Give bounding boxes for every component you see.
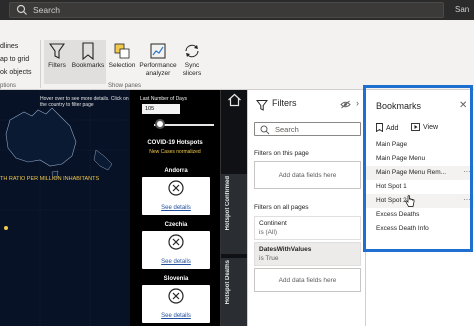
selection-pane-button[interactable]: Selection (106, 40, 138, 84)
close-circle-icon (168, 234, 184, 250)
filter-card-dateswithvalues[interactable]: DatesWithValues is True (254, 242, 361, 266)
country-chart-card[interactable]: See details (142, 177, 210, 215)
covid-hotspots-title: COVID-19 Hotspots (147, 140, 203, 146)
hotspot-panel: Last Number of Days COVID-19 Hotspots Ne… (130, 90, 220, 326)
bookmarks-pane-button[interactable]: Bookmarks (70, 40, 106, 84)
hand-cursor-icon (405, 195, 415, 207)
filters-pane-title: Filters (272, 98, 297, 108)
filters-search-placeholder: Search (275, 125, 299, 134)
tab-label: Hotspot Deaths (225, 260, 231, 305)
report-canvas: Hover over to see more details. Click on… (0, 90, 220, 326)
filters-pane-button[interactable]: Filters (44, 40, 70, 84)
selection-icon (114, 43, 130, 59)
filters-this-page-label: Filters on this page (254, 150, 309, 157)
performance-label-line1: Performance (139, 62, 177, 69)
filters-button-label: Filters (48, 62, 66, 69)
user-name[interactable]: San (455, 5, 469, 14)
tab-label: Hotspot Confirmed (225, 176, 231, 231)
search-icon (16, 4, 27, 15)
tab-hotspot-confirmed[interactable]: Hotspot Confirmed (221, 174, 248, 254)
collapse-filters-icon[interactable]: › (356, 98, 359, 108)
add-fields-dropzone-this-page[interactable]: Add data fields here (254, 161, 361, 189)
search-placeholder: Search (33, 5, 60, 15)
title-bar: Search San (0, 0, 474, 20)
map-graphic (0, 90, 130, 326)
sync-slicers-button[interactable]: Sync slicers (178, 40, 206, 84)
country-card-czechia: Czechia See details (138, 222, 214, 269)
see-details-link[interactable]: See details (142, 205, 210, 211)
bookmarks-button-label: Bookmarks (71, 62, 105, 69)
covid-hotspots-subtitle: New Cases normalized (149, 149, 201, 155)
map-marker[interactable] (4, 226, 8, 230)
hover-hint-text: Hover over to see more details. Click on… (40, 96, 129, 108)
sync-icon (185, 44, 199, 58)
filters-all-pages-label: Filters on all pages (254, 204, 309, 211)
bookmarks-highlight-frame (363, 85, 473, 252)
country-name: Czechia (164, 222, 188, 228)
ribbon: dlines ap to grid ok objects ptions Filt… (0, 20, 474, 90)
filter-card-value: is (All) (259, 229, 278, 236)
see-details-link[interactable]: See details (142, 259, 210, 265)
days-slider-thumb[interactable] (155, 119, 165, 129)
gridlines-checkbox[interactable]: dlines (0, 43, 18, 50)
eye-hidden-icon[interactable] (340, 100, 351, 109)
close-circle-icon (168, 288, 184, 304)
sync-label-line1: Sync (184, 62, 200, 69)
funnel-icon (49, 43, 65, 59)
country-chart-card[interactable]: See details (142, 231, 210, 269)
filter-card-value: is True (259, 255, 279, 262)
close-circle-icon (168, 180, 184, 196)
world-map[interactable]: Hover over to see more details. Click on… (0, 90, 130, 326)
filter-card-name: DatesWithValues (259, 246, 312, 253)
filter-card-continent[interactable]: Continent is (All) (254, 216, 361, 240)
australia-outline (5, 107, 77, 167)
add-fields-text: Add data fields here (278, 277, 337, 284)
performance-label-line2: analyzer (145, 70, 171, 77)
country-name: Andorra (164, 168, 188, 174)
country-card-andorra: Andorra See details (138, 168, 214, 215)
selection-button-label: Selection (108, 62, 136, 69)
funnel-icon (256, 100, 268, 111)
ribbon-divider (40, 40, 41, 88)
report-nav-strip: Hotspot Confirmed Hotspot Deaths (220, 90, 248, 326)
add-fields-text: Add data fields here (278, 172, 337, 179)
country-card-slovenia: Slovenia See details (138, 276, 214, 323)
snap-to-grid-checkbox[interactable]: ap to grid (0, 56, 29, 63)
sync-label-line2: slicers (182, 70, 202, 77)
country-name: Slovenia (163, 276, 189, 282)
days-slicer-title: Last Number of Days (140, 96, 187, 102)
search-input[interactable]: Search (9, 2, 444, 18)
filter-card-name: Continent (259, 220, 287, 227)
bookmark-icon (82, 42, 94, 60)
performance-icon (150, 43, 166, 59)
home-icon[interactable] (227, 93, 242, 107)
filters-search-input[interactable]: Search (254, 122, 361, 136)
see-details-link[interactable]: See details (142, 313, 210, 319)
country-chart-card[interactable]: See details (142, 285, 210, 323)
ratio-caption: TH RATIO PER MILLION INHABITANTS (0, 176, 100, 182)
filters-pane: Filters › Search Filters on this page Ad… (247, 90, 365, 326)
search-icon (260, 125, 270, 135)
options-group-label: ptions (0, 83, 17, 89)
performance-analyzer-button[interactable]: Performance analyzer (138, 40, 178, 84)
add-fields-dropzone-all-pages[interactable]: Add data fields here (254, 268, 361, 292)
lock-objects-checkbox[interactable]: ok objects (0, 69, 32, 76)
tab-hotspot-deaths[interactable]: Hotspot Deaths (221, 258, 248, 326)
show-panes-group-label: Show panes (108, 83, 142, 89)
days-input[interactable] (142, 104, 180, 114)
